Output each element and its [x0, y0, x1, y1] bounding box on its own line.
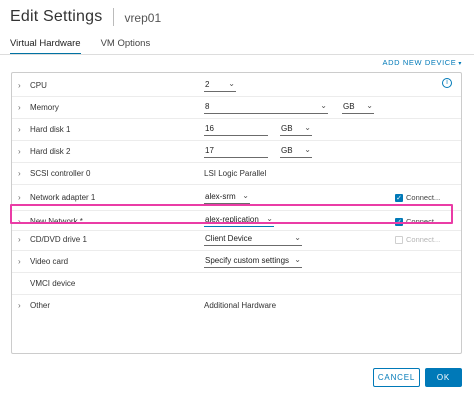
cd-dvd-label: CD/DVD drive 1 [30, 235, 87, 244]
connect-label: Connect... [406, 193, 441, 202]
hardware-panel: › CPU 2 ⌄ › Memory 8 ⌄ GB ⌄ › Hard disk … [11, 72, 462, 354]
video-card-label: Video card [30, 257, 69, 266]
chevron-down-icon: ⌄ [304, 123, 311, 132]
cpu-label: CPU [30, 81, 47, 90]
row-cpu[interactable]: › CPU 2 ⌄ [12, 75, 461, 97]
new-network-connect[interactable]: ✓ Connect... [395, 217, 440, 226]
ok-button[interactable]: OK [425, 368, 462, 387]
chevron-down-icon: ⌄ [320, 101, 327, 110]
row-scsi-controller: › SCSI controller 0 LSI Logic Parallel [12, 163, 461, 185]
hard-disk-2-unit-select[interactable]: GB ⌄ [280, 145, 312, 158]
network-adapter-1-label: Network adapter 1 [30, 193, 96, 202]
cancel-button[interactable]: CANCEL [373, 368, 420, 387]
chevron-down-icon: ⌄ [266, 214, 273, 223]
info-icon[interactable]: i [442, 78, 452, 88]
chevron-right-icon[interactable]: › [18, 103, 21, 112]
row-other[interactable]: › Other Additional Hardware [12, 295, 461, 317]
video-card-select[interactable]: Specify custom settings ⌄ [204, 255, 302, 268]
chevron-down-icon: ⌄ [294, 233, 301, 242]
chevron-right-icon[interactable]: › [18, 193, 21, 202]
hard-disk-1-size-input[interactable]: 16 [204, 124, 268, 136]
cpu-select[interactable]: 2 ⌄ [204, 79, 236, 92]
chevron-right-icon[interactable]: › [18, 235, 21, 244]
chevron-right-icon[interactable]: › [18, 217, 21, 226]
row-hard-disk-2[interactable]: › Hard disk 2 17 GB ⌄ [12, 141, 461, 163]
hard-disk-1-unit: GB [281, 124, 293, 133]
cd-dvd-select[interactable]: Client Device ⌄ [204, 233, 302, 246]
hard-disk-2-size-input[interactable]: 17 [204, 146, 268, 158]
new-network-select[interactable]: alex-replication ⌄ [204, 214, 274, 227]
connect-label: Connect... [406, 217, 441, 226]
network-adapter-1-value: alex-srm [205, 192, 236, 201]
chevron-down-icon: ⌄ [228, 79, 235, 88]
chevron-down-icon: ⌄ [366, 101, 373, 110]
tab-vm-options[interactable]: VM Options [101, 38, 151, 55]
chevron-down-icon: ⌄ [242, 191, 249, 200]
row-vmci-device: VMCI device [12, 273, 461, 295]
network-adapter-1-select[interactable]: alex-srm ⌄ [204, 191, 250, 204]
dialog-header: Edit Settings vrep01 [10, 6, 161, 28]
hard-disk-1-unit-select[interactable]: GB ⌄ [280, 123, 312, 136]
memory-input[interactable]: 8 ⌄ [204, 101, 328, 114]
row-video-card[interactable]: › Video card Specify custom settings ⌄ [12, 251, 461, 273]
title-divider [113, 8, 115, 26]
add-new-device-label: ADD NEW DEVICE [382, 58, 457, 67]
chevron-right-icon[interactable]: › [18, 257, 21, 266]
row-memory[interactable]: › Memory 8 ⌄ GB ⌄ [12, 97, 461, 119]
row-hard-disk-1[interactable]: › Hard disk 1 16 GB ⌄ [12, 119, 461, 141]
chevron-down-icon: ⌄ [304, 145, 311, 154]
memory-label: Memory [30, 103, 59, 112]
connect-label: Connect... [406, 235, 441, 244]
chevron-down-icon: ⌄ [294, 255, 301, 264]
vmci-label: VMCI device [30, 279, 76, 288]
add-new-device-button[interactable]: ADD NEW DEVICE ▾ [383, 58, 462, 67]
scsi-value: LSI Logic Parallel [204, 169, 267, 178]
chevron-right-icon[interactable]: › [18, 125, 21, 134]
hard-disk-2-unit: GB [281, 146, 293, 155]
vm-name: vrep01 [124, 10, 162, 25]
tab-bar: Virtual Hardware VM Options [10, 38, 170, 55]
chevron-down-icon: ▾ [458, 61, 462, 67]
row-network-adapter-1[interactable]: › Network adapter 1 alex-srm ⌄ ✓ Connect… [12, 185, 461, 211]
tabs-divider [0, 54, 474, 55]
network-adapter-1-connect[interactable]: ✓ Connect... [395, 193, 440, 202]
hard-disk-2-label: Hard disk 2 [30, 147, 71, 156]
new-network-value: alex-replication [205, 215, 259, 224]
hard-disk-2-size: 17 [205, 146, 214, 155]
other-value: Additional Hardware [204, 301, 277, 310]
row-cd-dvd-drive[interactable]: › CD/DVD drive 1 Client Device ⌄ Connect… [12, 229, 461, 251]
cd-dvd-value: Client Device [205, 234, 253, 243]
chevron-right-icon[interactable]: › [18, 81, 21, 90]
scsi-label: SCSI controller 0 [30, 169, 91, 178]
memory-unit: GB [343, 102, 355, 111]
chevron-right-icon[interactable]: › [18, 169, 21, 178]
chevron-right-icon[interactable]: › [18, 301, 21, 310]
dialog-title: Edit Settings [10, 8, 103, 25]
cpu-value: 2 [205, 80, 210, 89]
memory-unit-select[interactable]: GB ⌄ [342, 101, 374, 114]
video-card-value: Specify custom settings [205, 256, 290, 265]
new-network-label: New Network * [30, 217, 83, 226]
hard-disk-1-size: 16 [205, 124, 214, 133]
tab-virtual-hardware[interactable]: Virtual Hardware [10, 38, 81, 55]
connect-checkbox [395, 235, 403, 244]
edit-settings-dialog: Edit Settings vrep01 Virtual Hardware VM… [0, 0, 474, 398]
hard-disk-1-label: Hard disk 1 [30, 125, 71, 134]
connect-checkbox[interactable]: ✓ [395, 193, 403, 202]
other-label: Other [30, 301, 51, 310]
cd-dvd-connect: Connect... [395, 235, 440, 244]
row-new-network[interactable]: › New Network * alex-replication ⌄ ✓ Con… [12, 211, 461, 231]
connect-checkbox[interactable]: ✓ [395, 217, 403, 226]
chevron-right-icon[interactable]: › [18, 147, 21, 156]
memory-value: 8 [205, 102, 210, 111]
